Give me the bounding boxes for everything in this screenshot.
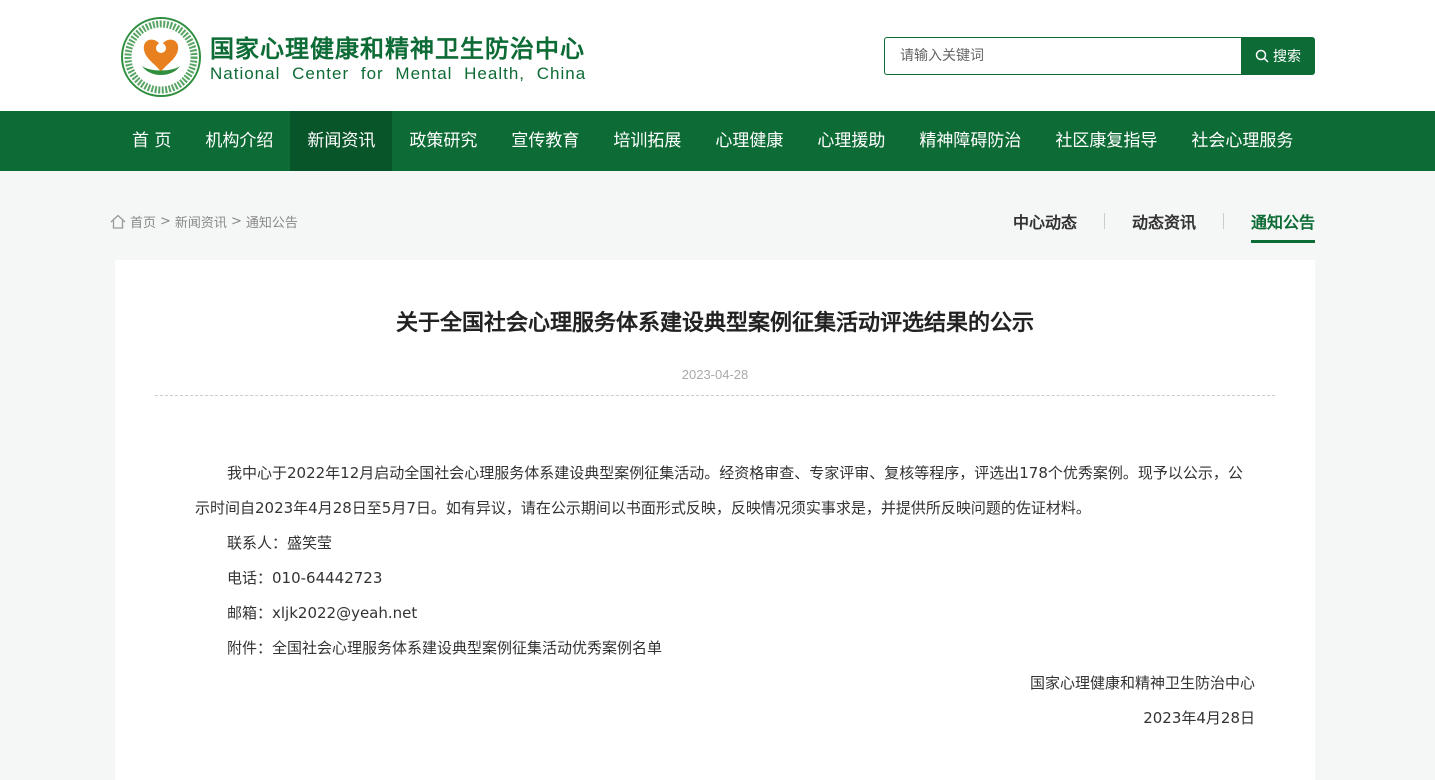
breadcrumb-separator: > <box>230 214 242 229</box>
brand-title-en: National Center for Mental Health, China <box>210 64 587 83</box>
site-header: 国家心理健康和精神卫生防治中心 National Center for Ment… <box>0 0 1435 111</box>
center-logo-icon[interactable] <box>120 16 202 98</box>
article-paragraph: 我中心于2022年12月启动全国社会心理服务体系建设典型案例征集活动。经资格审查… <box>195 464 1243 517</box>
main-nav: 首 页 机构介绍 新闻资讯 政策研究 宣传教育 培训拓展 心理健康 心理援助 精… <box>0 111 1435 171</box>
tab-divider <box>1103 213 1105 229</box>
search-button-label: 搜索 <box>1273 49 1301 65</box>
nav-item-mental-health[interactable]: 心理健康 <box>698 111 800 171</box>
search-icon <box>1255 49 1269 63</box>
nav-item-psych-aid[interactable]: 心理援助 <box>800 111 902 171</box>
title-divider <box>155 395 1275 396</box>
search-box: 搜索 <box>884 37 1315 75</box>
search-button[interactable]: 搜索 <box>1241 37 1315 75</box>
contact-person: 联系人：盛笑莹 <box>227 534 333 552</box>
contact-phone: 电话：010-64442723 <box>227 569 383 587</box>
tab-divider <box>1222 213 1224 229</box>
signature-org: 国家心理健康和精神卫生防治中心 <box>1029 674 1255 692</box>
breadcrumb-separator: > <box>160 214 171 229</box>
nav-item-training[interactable]: 培训拓展 <box>596 111 698 171</box>
article-body: 我中心于2022年12月启动全国社会心理服务体系建设典型案例征集活动。经资格审查… <box>195 456 1255 736</box>
breadcrumb-home[interactable]: 首页 <box>130 212 156 231</box>
article-panel: 关于全国社会心理服务体系建设典型案例征集活动评选结果的公示 2023-04-28… <box>115 260 1315 780</box>
tab-notices[interactable]: 通知公告 <box>1250 209 1315 243</box>
brand-title-cn: 国家心理健康和精神卫生防治中心 <box>210 35 585 63</box>
contact-email: 邮箱：xljk2022@yeah.net <box>227 604 418 622</box>
nav-item-news[interactable]: 新闻资讯 <box>290 111 393 171</box>
breadcrumb-notices[interactable]: 通知公告 <box>246 212 298 231</box>
attachment-link[interactable]: 全国社会心理服务体系建设典型案例征集活动优秀案例名单 <box>272 639 662 657</box>
nav-item-policy[interactable]: 政策研究 <box>392 111 494 171</box>
nav-item-home[interactable]: 首 页 <box>115 111 188 171</box>
sub-header: 首页 > 新闻资讯 > 通知公告 中心动态 动态资讯 通知公告 <box>0 171 1435 243</box>
tab-dynamic-news[interactable]: 动态资讯 <box>1132 209 1196 243</box>
search-input[interactable] <box>884 37 1241 75</box>
article-title: 关于全国社会心理服务体系建设典型案例征集活动评选结果的公示 <box>395 311 1034 336</box>
nav-item-social-psych[interactable]: 社会心理服务 <box>1174 111 1310 171</box>
attachment-line: 附件：全国社会心理服务体系建设典型案例征集活动优秀案例名单 <box>195 631 1255 666</box>
category-tabs: 中心动态 动态资讯 通知公告 <box>1013 209 1315 243</box>
nav-item-publicity[interactable]: 宣传教育 <box>494 111 596 171</box>
article-date: 2023-04-28 <box>681 367 749 382</box>
nav-item-community-rehab[interactable]: 社区康复指导 <box>1038 111 1174 171</box>
signature-date: 2023年4月28日 <box>1143 709 1255 727</box>
attachment-label: 附件： <box>227 639 273 657</box>
tab-center-news[interactable]: 中心动态 <box>1013 209 1077 243</box>
breadcrumb-news[interactable]: 新闻资讯 <box>175 212 227 231</box>
nav-item-disorder-prevention[interactable]: 精神障碍防治 <box>902 111 1038 171</box>
home-icon <box>110 214 126 229</box>
breadcrumb: 首页 > 新闻资讯 > 通知公告 <box>110 212 298 231</box>
nav-item-about[interactable]: 机构介绍 <box>188 111 290 171</box>
